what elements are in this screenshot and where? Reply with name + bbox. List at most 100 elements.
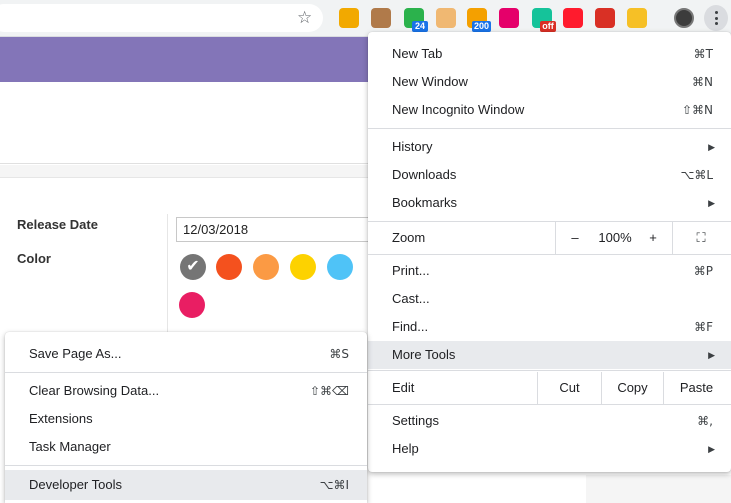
chrome-menu-button[interactable] bbox=[704, 5, 728, 31]
menu-item-label: Extensions bbox=[29, 411, 93, 426]
cut-button[interactable]: Cut bbox=[538, 374, 601, 402]
dot-icon bbox=[714, 11, 718, 14]
more-tools-submenu: Save Page As... ⌘S Clear Browsing Data..… bbox=[5, 332, 367, 503]
menu-separator bbox=[368, 128, 731, 129]
menu-item-new-window[interactable]: New Window ⌘N bbox=[368, 68, 731, 96]
menu-item-find[interactable]: Find... ⌘F bbox=[368, 313, 731, 341]
feedly-extension-icon[interactable]: 24 bbox=[404, 8, 428, 32]
color-swatch[interactable] bbox=[216, 254, 242, 280]
grammarly-extension-icon[interactable]: off bbox=[532, 8, 556, 32]
menu-item-developer-tools[interactable]: Developer Tools ⌥⌘I bbox=[5, 470, 367, 500]
avatar[interactable] bbox=[674, 8, 694, 28]
shortcut-label: ⌘N bbox=[692, 75, 713, 89]
menu-item-label: Help bbox=[392, 441, 419, 456]
shortcut-label: ⌥⌘L bbox=[680, 168, 713, 182]
shortcut-label: ⌘P bbox=[693, 264, 713, 278]
menu-item-label: Print... bbox=[392, 263, 430, 278]
shortcut-label: ⇧⌘N bbox=[681, 103, 713, 117]
extension-badge: off bbox=[540, 21, 556, 32]
field-divider bbox=[167, 214, 168, 334]
menu-item-label: Edit bbox=[392, 380, 415, 395]
menu-item-task-manager[interactable]: Task Manager bbox=[5, 433, 367, 461]
fullscreen-icon[interactable]: ⛶ bbox=[684, 224, 718, 252]
pencil-extension-icon[interactable] bbox=[627, 8, 647, 28]
rss-extension-icon[interactable]: 200 bbox=[467, 8, 491, 32]
shortcut-label: ⌥⌘I bbox=[319, 478, 349, 492]
bookmark-star-icon[interactable]: ☆ bbox=[297, 8, 312, 28]
menu-item-downloads[interactable]: Downloads ⌥⌘L bbox=[368, 161, 731, 189]
menu-separator bbox=[368, 370, 731, 371]
submenu-arrow-icon: ▶ bbox=[708, 142, 715, 152]
menu-item-label: New Incognito Window bbox=[392, 102, 525, 117]
color-swatch[interactable] bbox=[179, 292, 205, 318]
menu-item-label: New Window bbox=[392, 74, 468, 89]
submenu-arrow-icon: ▶ bbox=[708, 198, 715, 208]
face-extension-icon[interactable] bbox=[436, 8, 456, 28]
paste-button[interactable]: Paste bbox=[664, 374, 729, 402]
menu-item-label: Zoom bbox=[392, 230, 426, 245]
zoom-in-button[interactable]: + bbox=[640, 224, 666, 252]
opera-extension-icon[interactable] bbox=[563, 8, 583, 28]
menu-separator bbox=[5, 372, 367, 373]
release-date-label: Release Date bbox=[17, 217, 98, 232]
honey-extension-icon[interactable] bbox=[339, 8, 359, 28]
color-swatch[interactable]: ✔ bbox=[180, 254, 206, 280]
menu-separator bbox=[368, 404, 731, 405]
menu-item-zoom: Zoom bbox=[368, 222, 731, 254]
submenu-arrow-icon: ▶ bbox=[708, 444, 715, 454]
chrome-menu: New Tab ⌘T New Window ⌘N New Incognito W… bbox=[368, 32, 731, 472]
menu-item-settings[interactable]: Settings ⌘, bbox=[368, 407, 731, 435]
book-extension-icon[interactable] bbox=[595, 8, 615, 28]
menu-item-clear-browsing-data[interactable]: Clear Browsing Data... ⇧⌘⌫ bbox=[5, 377, 367, 405]
menu-item-print[interactable]: Print... ⌘P bbox=[368, 257, 731, 285]
zoom-out-button[interactable]: – bbox=[560, 224, 590, 252]
menu-item-label: More Tools bbox=[392, 347, 456, 362]
menu-item-more-tools[interactable]: More Tools ▶ bbox=[368, 341, 731, 369]
checkmark-icon: ✔ bbox=[186, 258, 200, 275]
menu-item-help[interactable]: Help ▶ bbox=[368, 435, 731, 463]
address-bar[interactable] bbox=[0, 4, 323, 32]
menu-item-history[interactable]: History ▶ bbox=[368, 133, 731, 161]
menu-item-label: Settings bbox=[392, 413, 439, 428]
menu-item-new-incognito-window[interactable]: New Incognito Window ⇧⌘N bbox=[368, 96, 731, 124]
menu-item-save-page-as[interactable]: Save Page As... ⌘S bbox=[5, 340, 367, 368]
shortcut-label: ⌘T bbox=[693, 47, 713, 61]
menu-item-label: Task Manager bbox=[29, 439, 111, 454]
menu-item-label: Developer Tools bbox=[29, 477, 122, 492]
menu-item-label: Save Page As... bbox=[29, 346, 122, 361]
t-extension-icon[interactable] bbox=[499, 8, 519, 28]
menu-separator bbox=[672, 222, 673, 254]
monkey-extension-icon[interactable] bbox=[371, 8, 391, 28]
shortcut-label: ⌘S bbox=[329, 347, 349, 361]
release-date-input[interactable]: 12/03/2018 bbox=[176, 217, 386, 242]
zoom-level: 100% bbox=[598, 230, 632, 245]
menu-item-label: History bbox=[392, 139, 433, 154]
menu-item-extensions[interactable]: Extensions bbox=[5, 405, 367, 433]
color-label: Color bbox=[17, 251, 51, 266]
menu-item-label: Clear Browsing Data... bbox=[29, 383, 160, 398]
extension-badge: 200 bbox=[471, 21, 491, 32]
menu-item-label: Find... bbox=[392, 319, 429, 334]
menu-item-new-tab[interactable]: New Tab ⌘T bbox=[368, 40, 731, 68]
menu-item-label: Downloads bbox=[392, 167, 457, 182]
menu-separator bbox=[368, 254, 731, 255]
menu-separator bbox=[5, 465, 367, 466]
page-background bbox=[586, 475, 731, 503]
menu-item-label: Bookmarks bbox=[392, 195, 458, 210]
menu-item-label: Cast... bbox=[392, 291, 430, 306]
menu-item-label: New Tab bbox=[392, 46, 443, 61]
shortcut-label: ⌘F bbox=[694, 320, 713, 334]
color-swatch[interactable] bbox=[253, 254, 279, 280]
shortcut-label: ⇧⌘⌫ bbox=[309, 384, 349, 398]
submenu-arrow-icon: ▶ bbox=[708, 350, 715, 360]
copy-button[interactable]: Copy bbox=[602, 374, 663, 402]
menu-item-cast[interactable]: Cast... bbox=[368, 285, 731, 313]
color-swatch[interactable] bbox=[327, 254, 353, 280]
extension-badge: 24 bbox=[412, 21, 428, 32]
shortcut-label: ⌘, bbox=[697, 414, 713, 428]
menu-separator bbox=[555, 222, 556, 254]
dot-icon bbox=[714, 16, 718, 20]
color-swatch[interactable] bbox=[290, 254, 316, 280]
dot-icon bbox=[714, 22, 718, 25]
menu-item-bookmarks[interactable]: Bookmarks ▶ bbox=[368, 189, 731, 217]
